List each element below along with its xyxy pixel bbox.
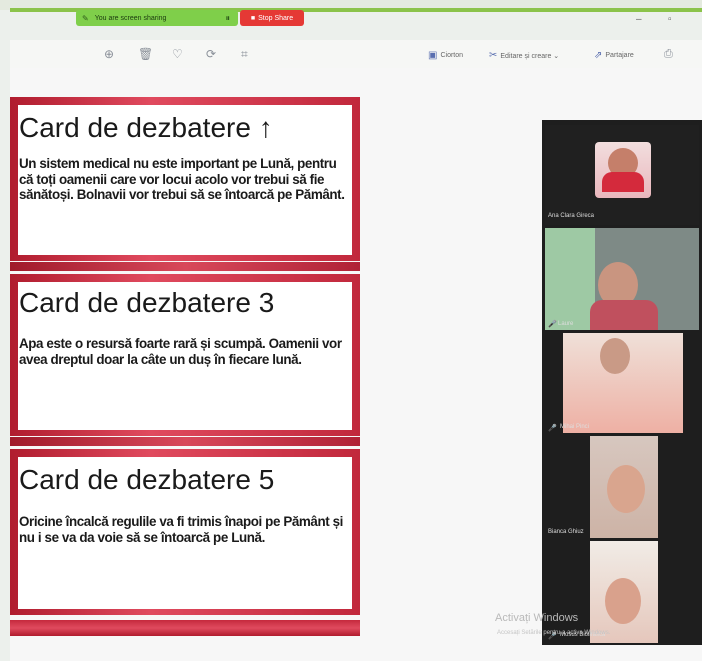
participant-name: Mihai Pinci [560,424,590,430]
caption-button[interactable]: ▣ Ciorton [428,50,463,61]
screen-sharing-banner: ✎ You are screen sharing ⏸ [76,10,238,26]
card-text: Un sistem medical nu este important pe L… [19,156,345,203]
caption-label: Ciorton [440,52,464,59]
windows-activation-hint: Accesați Setările pentru a activa Window… [497,630,611,636]
delete-icon[interactable]: 🗑 [138,47,153,61]
stop-share-button[interactable]: ■ Stop Share [240,10,304,26]
maximize-button[interactable]: ▫ [668,14,672,25]
card-divider [10,620,360,636]
card-divider [10,437,360,446]
participant-name: Bianca Ghiuz [548,529,584,535]
mic-muted-icon: 🎤 [548,425,557,432]
card-title: Card de dezbatere 3 [19,287,275,318]
card-title: Card de dezbatere 5 [19,464,275,495]
print-icon[interactable]: ⎙ [664,48,673,61]
card-divider [10,262,360,271]
zoom-in-icon[interactable]: ⊕ [104,47,114,61]
share-icon: ⇗ [594,50,603,61]
participant-face [607,465,645,513]
pause-share-icon[interactable]: ⏸ [225,13,230,24]
card-title: Card de dezbatere ↑ [19,112,273,143]
participant-face [600,338,630,374]
video-background [545,228,595,330]
stop-icon: ■ [250,14,256,22]
crop-icon[interactable]: ⌗ [241,47,248,62]
edit-create-label: Editare și creare ⌄ [500,52,560,60]
share-label: Partajare [605,52,634,59]
minimize-button[interactable]: ‒ [636,14,642,25]
participant-face [605,578,641,624]
edit-icon: ✂ [489,50,498,61]
heart-icon[interactable]: ♡ [172,47,183,61]
screen-sharing-status: You are screen sharing [94,14,167,22]
rotate-icon[interactable]: ⟳ [206,47,216,61]
edit-create-button[interactable]: ✂ Editare și creare ⌄ [489,50,559,61]
participant-name: Ana Clara Gireca [548,213,595,219]
caption-icon: ▣ [428,50,438,61]
microphone-icon: ✎ [82,13,89,23]
share-button[interactable]: ⇗ Partajare [594,50,634,61]
card-text: Apa este o resursă foarte rară și scumpă… [19,336,342,367]
avatar-shirt [602,172,644,192]
mic-muted-icon: 🎤 [548,321,557,328]
participant-body [590,300,658,330]
card-text: Oricine încalcă regulile va fi trimis în… [19,514,343,545]
windows-activation-watermark: Activați Windows [495,612,579,624]
stop-share-label: Stop Share [258,14,294,22]
participant-name: Laure [558,321,574,327]
